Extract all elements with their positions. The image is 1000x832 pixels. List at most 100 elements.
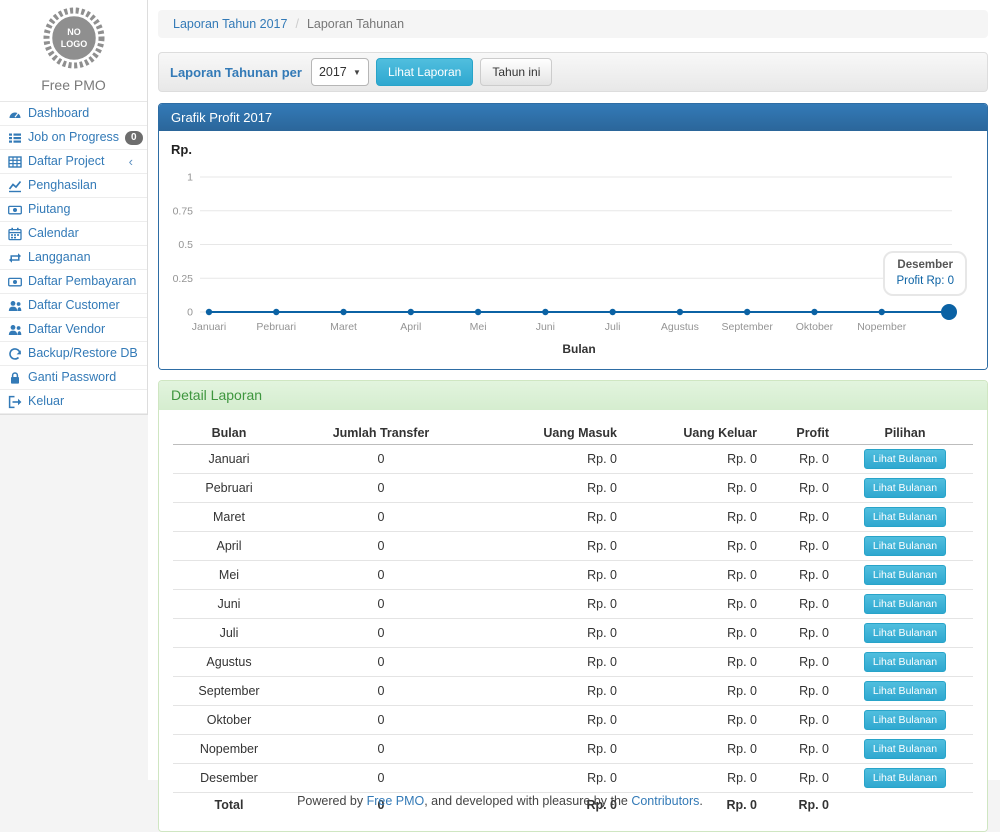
detail-laporan-table: BulanJumlah TransferUang MasukUang Kelua… bbox=[173, 422, 973, 817]
cell-pilihan: Lihat Bulanan bbox=[837, 503, 973, 532]
breadcrumb-link-laporan-tahun[interactable]: Laporan Tahun 2017 bbox=[173, 17, 287, 31]
table-row-januari: Januari0Rp. 0Rp. 0Rp. 0Lihat Bulanan bbox=[173, 445, 973, 474]
cell-bulan: Agustus bbox=[173, 648, 285, 677]
detail-panel-title: Detail Laporan bbox=[159, 381, 987, 410]
lihat-bulanan-button[interactable]: Lihat Bulanan bbox=[864, 652, 946, 672]
cell-jumlah-transfer: 0 bbox=[285, 532, 477, 561]
sidebar: NO LOGO Free PMO DashboardJob on Progres… bbox=[0, 0, 148, 415]
sidebar-item-label: Ganti Password bbox=[28, 370, 116, 385]
chart-y-axis-unit: Rp. bbox=[171, 142, 975, 159]
sidebar-item-job-on-progress[interactable]: Job on Progress0 bbox=[0, 126, 147, 150]
sidebar-item-daftar-vendor[interactable]: Daftar Vendor bbox=[0, 318, 147, 342]
data-point[interactable] bbox=[475, 309, 481, 315]
cell-jumlah-transfer: 0 bbox=[285, 561, 477, 590]
footer-link-contributors[interactable]: Contributors bbox=[631, 794, 699, 808]
sidebar-item-ganti-password[interactable]: Ganti Password bbox=[0, 366, 147, 390]
breadcrumb-separator: / bbox=[295, 17, 298, 31]
cell-uang-masuk: Rp. 0 bbox=[477, 561, 625, 590]
cell-uang-masuk: Rp. 0 bbox=[477, 706, 625, 735]
lihat-bulanan-button[interactable]: Lihat Bulanan bbox=[864, 681, 946, 701]
data-point[interactable] bbox=[677, 309, 683, 315]
list-icon bbox=[7, 131, 22, 145]
sidebar-item-label: Daftar Vendor bbox=[28, 322, 105, 337]
lihat-bulanan-button[interactable]: Lihat Bulanan bbox=[864, 565, 946, 585]
year-select[interactable]: 2017 ▼ bbox=[311, 58, 369, 86]
data-point[interactable] bbox=[542, 309, 548, 315]
cell-uang-keluar: Rp. 0 bbox=[625, 561, 765, 590]
data-point[interactable] bbox=[609, 309, 615, 315]
sidebar-item-dashboard[interactable]: Dashboard bbox=[0, 102, 147, 126]
cell-profit: Rp. 0 bbox=[765, 532, 837, 561]
table-row-maret: Maret0Rp. 0Rp. 0Rp. 0Lihat Bulanan bbox=[173, 503, 973, 532]
cell-jumlah-transfer: 0 bbox=[285, 735, 477, 764]
sidebar-item-daftar-customer[interactable]: Daftar Customer bbox=[0, 294, 147, 318]
sidebar-item-daftar-project[interactable]: Daftar Project‹ bbox=[0, 150, 147, 174]
cell-pilihan: Lihat Bulanan bbox=[837, 735, 973, 764]
data-point[interactable] bbox=[811, 309, 817, 315]
sidebar-item-label: Daftar Pembayaran bbox=[28, 274, 136, 289]
sidebar-item-piutang[interactable]: Piutang bbox=[0, 198, 147, 222]
y-tick-label: 0.5 bbox=[178, 239, 193, 251]
footer-text-suffix: . bbox=[699, 794, 702, 808]
lihat-bulanan-button[interactable]: Lihat Bulanan bbox=[864, 449, 946, 469]
data-point-highlighted[interactable] bbox=[941, 304, 957, 320]
cell-uang-keluar: Rp. 0 bbox=[625, 445, 765, 474]
chart-tooltip-title: Desember bbox=[896, 258, 954, 273]
lihat-bulanan-button[interactable]: Lihat Bulanan bbox=[864, 739, 946, 759]
cell-uang-keluar: Rp. 0 bbox=[625, 503, 765, 532]
cell-jumlah-transfer: 0 bbox=[285, 590, 477, 619]
sidebar-item-langganan[interactable]: Langganan bbox=[0, 246, 147, 270]
table-icon bbox=[7, 155, 22, 169]
sidebar-item-daftar-pembayaran[interactable]: Daftar Pembayaran bbox=[0, 270, 147, 294]
lihat-bulanan-button[interactable]: Lihat Bulanan bbox=[864, 536, 946, 556]
data-point[interactable] bbox=[340, 309, 346, 315]
brand-name: Free PMO bbox=[0, 77, 147, 93]
lihat-bulanan-button[interactable]: Lihat Bulanan bbox=[864, 623, 946, 643]
footer-link-free-pmo[interactable]: Free PMO bbox=[367, 794, 425, 808]
cell-profit: Rp. 0 bbox=[765, 445, 837, 474]
data-point[interactable] bbox=[273, 309, 279, 315]
cell-bulan: Januari bbox=[173, 445, 285, 474]
table-row-oktober: Oktober0Rp. 0Rp. 0Rp. 0Lihat Bulanan bbox=[173, 706, 973, 735]
cell-pilihan: Lihat Bulanan bbox=[837, 445, 973, 474]
breadcrumb: Laporan Tahun 2017 / Laporan Tahunan bbox=[158, 10, 988, 38]
sidebar-item-label: Daftar Customer bbox=[28, 298, 120, 313]
data-point[interactable] bbox=[206, 309, 212, 315]
sidebar-item-label: Keluar bbox=[28, 394, 64, 409]
page-footer: Powered by Free PMO, and developed with … bbox=[0, 780, 1000, 819]
no-logo-badge-icon: NO LOGO bbox=[43, 7, 105, 69]
signout-icon bbox=[7, 395, 22, 409]
filter-panel: Laporan Tahunan per 2017 ▼ Lihat Laporan… bbox=[158, 52, 988, 92]
cell-uang-keluar: Rp. 0 bbox=[625, 735, 765, 764]
lihat-bulanan-button[interactable]: Lihat Bulanan bbox=[864, 478, 946, 498]
sidebar-item-backup-restore-db[interactable]: Backup/Restore DB bbox=[0, 342, 147, 366]
cell-profit: Rp. 0 bbox=[765, 706, 837, 735]
cell-profit: Rp. 0 bbox=[765, 474, 837, 503]
cell-uang-keluar: Rp. 0 bbox=[625, 677, 765, 706]
cell-bulan: Maret bbox=[173, 503, 285, 532]
cell-uang-masuk: Rp. 0 bbox=[477, 590, 625, 619]
profit-chart-panel: Grafik Profit 2017 Rp. 00.250.50.751Janu… bbox=[158, 103, 988, 370]
column-header-profit: Profit bbox=[765, 422, 837, 445]
lihat-laporan-button[interactable]: Lihat Laporan bbox=[376, 58, 473, 86]
lihat-bulanan-button[interactable]: Lihat Bulanan bbox=[864, 710, 946, 730]
tahun-ini-button[interactable]: Tahun ini bbox=[480, 58, 552, 86]
lihat-bulanan-button[interactable]: Lihat Bulanan bbox=[864, 507, 946, 527]
sidebar-item-label: Backup/Restore DB bbox=[28, 346, 138, 361]
detail-panel-body: BulanJumlah TransferUang MasukUang Kelua… bbox=[159, 410, 987, 831]
cell-bulan: September bbox=[173, 677, 285, 706]
lihat-bulanan-button[interactable]: Lihat Bulanan bbox=[864, 594, 946, 614]
svg-text:LOGO: LOGO bbox=[60, 39, 87, 49]
sidebar-item-calendar[interactable]: Calendar bbox=[0, 222, 147, 246]
data-point[interactable] bbox=[879, 309, 885, 315]
year-select-value: 2017 bbox=[319, 65, 347, 79]
sidebar-item-penghasilan[interactable]: Penghasilan bbox=[0, 174, 147, 198]
data-point[interactable] bbox=[408, 309, 414, 315]
breadcrumb-current: Laporan Tahunan bbox=[307, 17, 404, 31]
footer-text-prefix: Powered by bbox=[297, 794, 366, 808]
sidebar-item-keluar[interactable]: Keluar bbox=[0, 390, 147, 414]
cell-uang-keluar: Rp. 0 bbox=[625, 590, 765, 619]
chevron-left-icon: ‹ bbox=[129, 156, 133, 168]
data-point[interactable] bbox=[744, 309, 750, 315]
cell-uang-masuk: Rp. 0 bbox=[477, 648, 625, 677]
